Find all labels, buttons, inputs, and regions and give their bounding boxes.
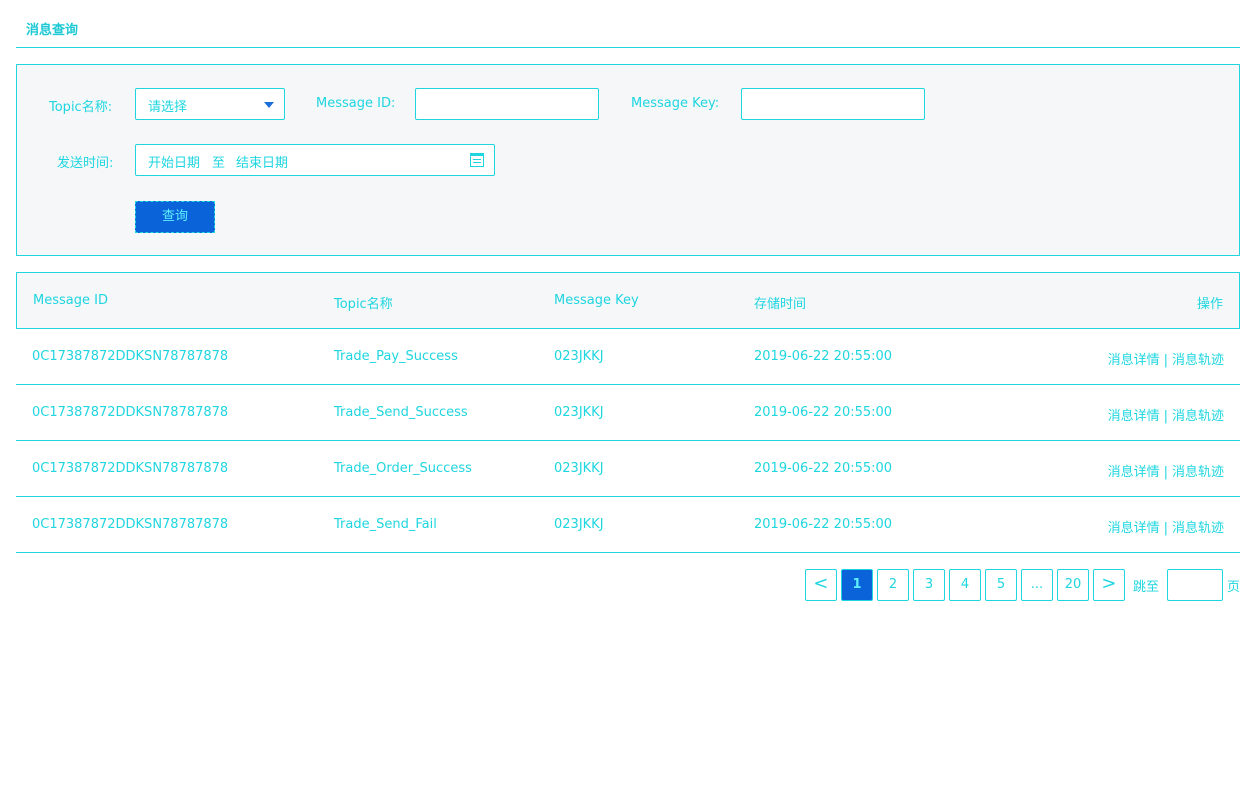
column-header-message-id: Message ID: [33, 293, 108, 308]
page-ellipsis-button[interactable]: ...: [1020, 569, 1053, 601]
message-trace-link[interactable]: 消息轨迹: [1172, 465, 1224, 480]
column-header-storage-time: 存储时间: [754, 297, 807, 312]
message-table: Message ID Topic名称 Message Key 存储时间 操作 0…: [16, 272, 1240, 553]
cell-message-key: 023JKKJ: [554, 461, 604, 476]
row-actions: 消息详情 | 消息轨迹: [1108, 405, 1224, 424]
topic-select-value: 请选择: [148, 100, 188, 115]
caret-down-icon: [264, 102, 274, 108]
page-button-2[interactable]: 2: [876, 569, 909, 601]
message-trace-link[interactable]: 消息轨迹: [1172, 353, 1224, 368]
query-button[interactable]: 查询: [135, 201, 215, 233]
end-date-field[interactable]: 结束日期: [236, 152, 288, 171]
page-button-5[interactable]: 5: [984, 569, 1017, 601]
topic-label: Topic名称:: [49, 100, 113, 115]
cell-storage-time: 2019-06-22 20:55:00: [754, 349, 893, 364]
page-header: 消息查询: [16, 0, 1240, 48]
message-key-input[interactable]: [741, 88, 925, 120]
cell-message-id: 0C17387872DDKSN78787878: [32, 517, 229, 532]
cell-message-id: 0C17387872DDKSN78787878: [32, 405, 229, 420]
message-detail-link[interactable]: 消息详情: [1108, 409, 1160, 424]
message-key-label: Message Key:: [631, 96, 720, 111]
jump-to-label: 跳至: [1132, 579, 1159, 595]
send-time-range-picker[interactable]: 开始日期 至 结束日期: [135, 144, 495, 176]
cell-topic: Trade_Send_Success: [334, 405, 468, 420]
column-header-message-key: Message Key: [554, 293, 639, 308]
page-button-20[interactable]: 20: [1056, 569, 1089, 601]
table-row: 0C17387872DDKSN78787878 Trade_Send_Succe…: [16, 385, 1240, 441]
filter-panel: Topic名称: 请选择 Message ID: Message Key: 发送…: [16, 64, 1240, 256]
message-detail-link[interactable]: 消息详情: [1108, 465, 1160, 480]
message-trace-link[interactable]: 消息轨迹: [1172, 409, 1224, 424]
next-page-button[interactable]: >: [1092, 569, 1125, 601]
message-detail-link[interactable]: 消息详情: [1108, 521, 1160, 536]
action-separator: |: [1163, 353, 1168, 368]
cell-storage-time: 2019-06-22 20:55:00: [754, 405, 893, 420]
message-id-input[interactable]: [415, 88, 599, 120]
message-id-label: Message ID:: [316, 96, 396, 111]
cell-message-key: 023JKKJ: [554, 517, 604, 532]
send-time-label: 发送时间:: [57, 156, 114, 171]
cell-topic: Trade_Pay_Success: [334, 349, 458, 364]
page-button-1[interactable]: 1: [840, 569, 873, 601]
row-actions: 消息详情 | 消息轨迹: [1108, 517, 1224, 536]
cell-message-key: 023JKKJ: [554, 405, 604, 420]
column-header-actions: 操作: [1196, 297, 1223, 312]
action-separator: |: [1163, 409, 1168, 424]
table-row: 0C17387872DDKSN78787878 Trade_Pay_Succes…: [16, 329, 1240, 385]
topic-select[interactable]: 请选择: [135, 88, 285, 120]
cell-storage-time: 2019-06-22 20:55:00: [754, 517, 893, 532]
pagination: < 1 2 3 4 5 ... 20 > 跳至 页: [801, 569, 1240, 601]
row-actions: 消息详情 | 消息轨迹: [1108, 349, 1224, 368]
action-separator: |: [1163, 465, 1168, 480]
table-row: 0C17387872DDKSN78787878 Trade_Send_Fail …: [16, 497, 1240, 553]
range-separator: 至: [212, 156, 226, 171]
row-actions: 消息详情 | 消息轨迹: [1108, 461, 1224, 480]
start-date-field[interactable]: 开始日期: [148, 152, 200, 171]
page-title: 消息查询: [26, 23, 79, 38]
cell-topic: Trade_Send_Fail: [334, 517, 437, 532]
jump-page-input[interactable]: [1166, 569, 1223, 601]
cell-topic: Trade_Order_Success: [334, 461, 472, 476]
page-button-3[interactable]: 3: [912, 569, 945, 601]
action-separator: |: [1163, 521, 1168, 536]
cell-message-id: 0C17387872DDKSN78787878: [32, 349, 229, 364]
message-detail-link[interactable]: 消息详情: [1108, 353, 1160, 368]
prev-page-button[interactable]: <: [804, 569, 837, 601]
table-header: Message ID Topic名称 Message Key 存储时间 操作: [16, 272, 1240, 329]
table-row: 0C17387872DDKSN78787878 Trade_Order_Succ…: [16, 441, 1240, 497]
cell-message-id: 0C17387872DDKSN78787878: [32, 461, 229, 476]
page-button-4[interactable]: 4: [948, 569, 981, 601]
page-unit-label: 页: [1226, 579, 1240, 595]
cell-message-key: 023JKKJ: [554, 349, 604, 364]
cell-storage-time: 2019-06-22 20:55:00: [754, 461, 893, 476]
column-header-topic: Topic名称: [334, 297, 393, 312]
message-trace-link[interactable]: 消息轨迹: [1172, 521, 1224, 536]
calendar-icon[interactable]: [470, 153, 484, 167]
